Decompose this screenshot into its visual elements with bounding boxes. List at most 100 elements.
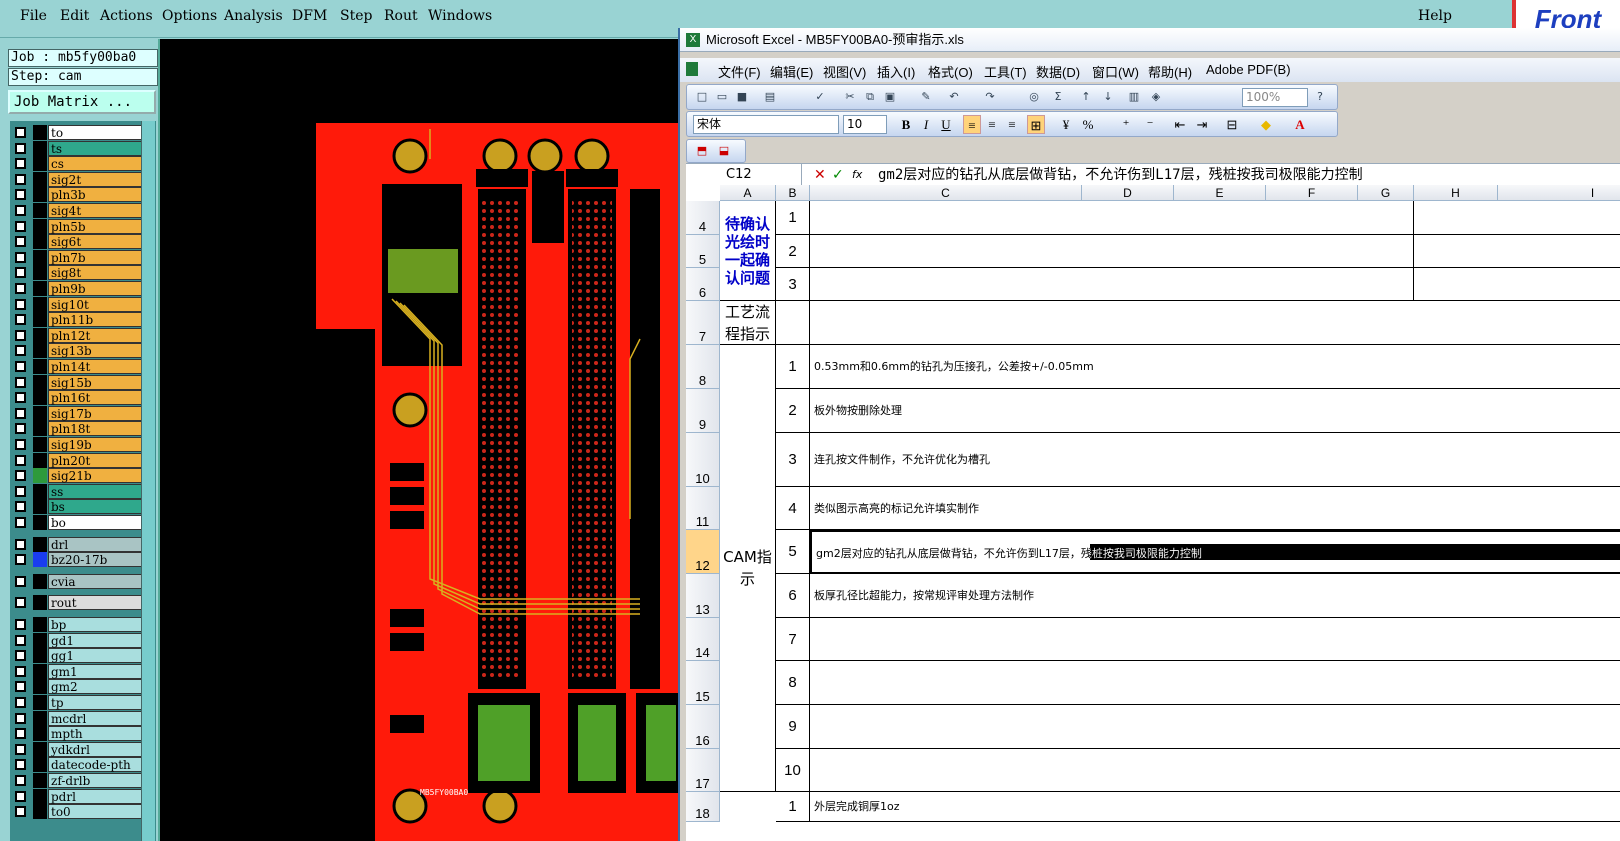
group-label-cam[interactable]: CAM指示 — [720, 345, 776, 792]
empty-cell[interactable] — [1414, 201, 1620, 235]
layer-row[interactable]: drl — [12, 536, 154, 552]
layer-checkbox[interactable] — [15, 173, 26, 185]
copy-icon[interactable]: ⧉ — [863, 90, 877, 104]
pdf-email-icon[interactable]: ⬓ — [717, 144, 731, 158]
font-color-icon[interactable]: A — [1291, 115, 1309, 134]
layer-row[interactable]: sig17b — [12, 405, 154, 421]
layer-name[interactable]: cs — [48, 156, 142, 172]
menu-file[interactable]: File — [20, 8, 47, 24]
layer-row[interactable]: bo — [12, 515, 154, 530]
layer-row[interactable]: sig13b — [12, 343, 154, 359]
name-box[interactable]: C12 — [686, 164, 802, 186]
hyperlink-icon[interactable]: ◎ — [1027, 90, 1041, 104]
instruction-cell[interactable] — [810, 618, 1620, 661]
row-header[interactable]: 16 — [686, 705, 720, 749]
index-cell[interactable]: 2 — [776, 389, 810, 433]
layer-checkbox[interactable] — [15, 681, 26, 693]
layer-checkbox[interactable] — [15, 361, 26, 372]
column-header[interactable]: F — [1266, 185, 1358, 201]
font-name-select[interactable]: 宋体 — [693, 115, 839, 134]
layer-name[interactable]: zf-drlb — [48, 773, 142, 788]
align-right-icon[interactable]: ≡ — [1003, 115, 1021, 134]
layer-name[interactable]: drl — [48, 536, 142, 552]
layer-row[interactable]: sig2t — [12, 171, 154, 187]
row-header[interactable]: 15 — [686, 661, 720, 705]
layer-name[interactable]: ydkdrl — [48, 741, 142, 757]
row-header[interactable]: 6 — [686, 268, 720, 301]
instruction-cell[interactable]: 板厚孔径比超能力，按常规评审处理方法制作 — [810, 574, 1620, 618]
row-header[interactable]: 5 — [686, 235, 720, 268]
layer-checkbox[interactable] — [15, 142, 26, 154]
bold-button[interactable]: B — [897, 115, 915, 134]
layer-list-scrollbar[interactable] — [141, 121, 155, 841]
sort-asc-icon[interactable]: ↑ — [1079, 90, 1093, 104]
layer-name[interactable]: pln7b — [48, 249, 142, 265]
layer-checkbox[interactable] — [15, 251, 26, 263]
layer-name[interactable]: sig4t — [48, 203, 142, 218]
layer-checkbox[interactable] — [15, 790, 26, 802]
layer-checkbox[interactable] — [15, 423, 26, 435]
italic-button[interactable]: I — [917, 115, 935, 134]
layer-row[interactable]: bp — [12, 617, 154, 632]
layer-checkbox[interactable] — [15, 439, 26, 450]
menu-dfm[interactable]: DFM — [292, 8, 327, 24]
layer-checkbox[interactable] — [15, 759, 26, 771]
index-cell[interactable]: 6 — [776, 574, 810, 618]
index-cell[interactable]: 1 — [776, 345, 810, 389]
index-cell[interactable]: 2 — [776, 235, 810, 268]
merge-center-icon[interactable]: ⊞ — [1027, 115, 1045, 134]
layer-checkbox[interactable] — [15, 575, 26, 587]
job-matrix-button[interactable]: Job Matrix ... — [8, 90, 156, 114]
format-painter-icon[interactable]: ✎ — [919, 90, 933, 104]
layer-checkbox[interactable] — [15, 220, 26, 232]
layer-name[interactable]: tp — [48, 695, 142, 710]
save-icon[interactable]: ■ — [735, 90, 749, 104]
layer-name[interactable]: sig17b — [48, 405, 142, 421]
column-header[interactable]: I — [1498, 185, 1620, 201]
layer-checkbox[interactable] — [15, 454, 26, 466]
row-header[interactable]: 4 — [686, 201, 720, 235]
layer-row[interactable]: sig10t — [12, 296, 154, 312]
layer-row[interactable]: pln14t — [12, 359, 154, 374]
layer-name[interactable]: gd1 — [48, 632, 142, 648]
index-cell[interactable]: 7 — [776, 618, 810, 661]
layer-name[interactable]: pln16t — [48, 390, 142, 406]
row-header[interactable]: 9 — [686, 389, 720, 433]
layer-name[interactable]: pln3b — [48, 187, 142, 203]
instruction-cell[interactable]: 板外物按删除处理 — [810, 389, 1620, 433]
menu-file-cn[interactable]: 文件(F) — [718, 62, 761, 81]
cut-icon[interactable]: ✂ — [843, 90, 857, 104]
pcb-canvas[interactable]: MB5FY00BA0 — [160, 39, 680, 841]
layer-name[interactable]: sig13b — [48, 343, 142, 359]
layer-name[interactable]: pln18t — [48, 421, 142, 437]
layer-checkbox[interactable] — [15, 501, 26, 513]
menu-actions[interactable]: Actions — [100, 8, 153, 24]
column-header[interactable]: H — [1414, 185, 1498, 201]
layer-checkbox[interactable] — [15, 283, 26, 294]
instruction-cell[interactable] — [810, 201, 1414, 235]
menu-edit-cn[interactable]: 编辑(E) — [770, 62, 813, 81]
layer-checkbox[interactable] — [15, 806, 26, 818]
layer-row[interactable]: pdrl — [12, 788, 154, 804]
drawing-icon[interactable]: ◈ — [1149, 90, 1163, 104]
increase-decimal-icon[interactable]: ⁺ — [1117, 115, 1135, 134]
index-cell[interactable]: 1 — [776, 201, 810, 235]
layer-row[interactable]: gg1 — [12, 648, 154, 664]
layer-row[interactable]: sig15b — [12, 374, 154, 390]
menu-rout[interactable]: Rout — [384, 8, 418, 24]
layer-name[interactable]: sig19b — [48, 437, 142, 452]
index-cell[interactable]: 3 — [776, 433, 810, 487]
menu-window-cn[interactable]: 窗口(W) — [1092, 62, 1139, 81]
layer-checkbox[interactable] — [15, 392, 26, 404]
layer-name[interactable]: sig2t — [48, 171, 142, 187]
column-header[interactable]: A — [720, 185, 776, 201]
index-cell[interactable]: 5 — [776, 530, 810, 574]
layer-checkbox[interactable] — [15, 712, 26, 724]
row-header[interactable]: 11 — [686, 487, 720, 530]
layer-checkbox[interactable] — [15, 298, 26, 310]
layer-name[interactable]: bp — [48, 617, 142, 632]
layer-row[interactable]: mcdrl — [12, 710, 154, 726]
sort-desc-icon[interactable]: ↓ — [1101, 90, 1115, 104]
layer-name[interactable]: pln11b — [48, 312, 142, 328]
layer-name[interactable]: sig10t — [48, 296, 142, 312]
